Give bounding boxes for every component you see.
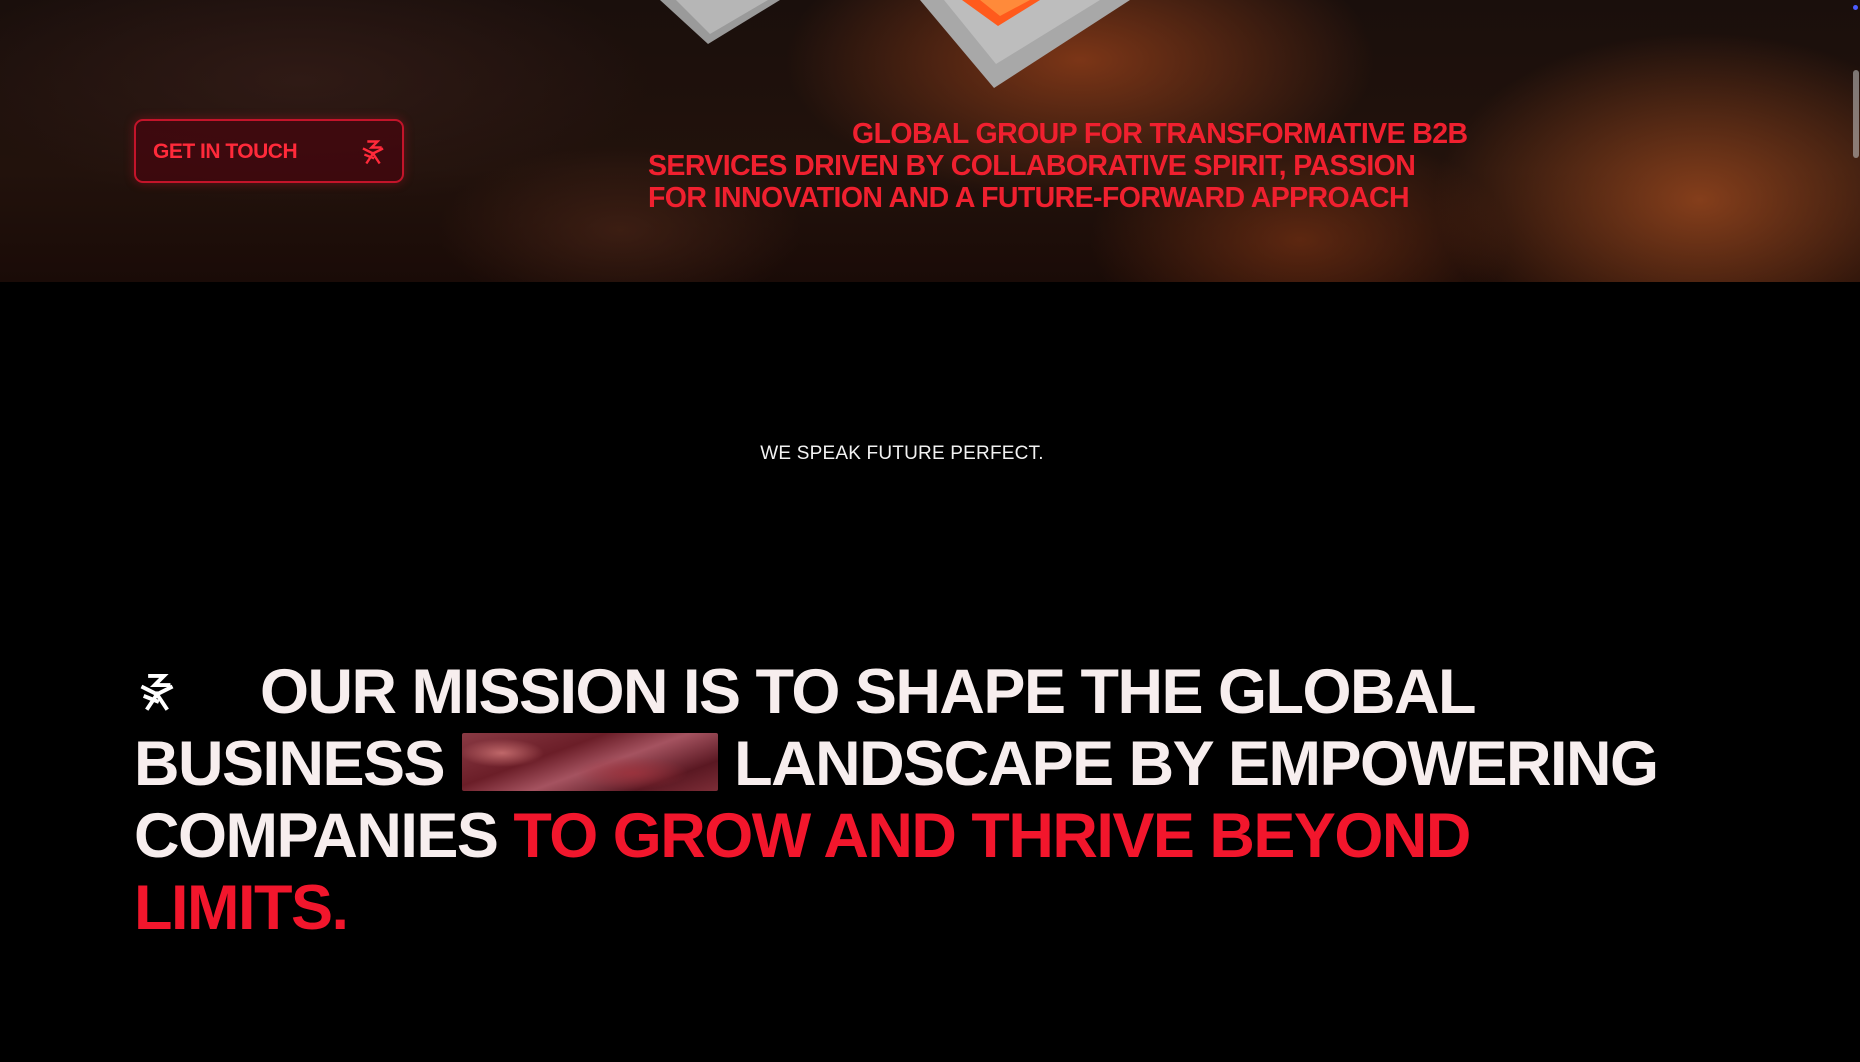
mission-inline-image: [462, 733, 719, 791]
get-in-touch-label: GET IN TOUCH: [153, 140, 298, 163]
asterisk-logo-icon: [140, 673, 174, 711]
slogan-text: WE SPEAK FUTURE PERFECT.: [760, 443, 1044, 464]
mission-statement: OUR MISSION IS TO SHAPE THE GLOBAL BUSIN…: [134, 656, 1694, 944]
scrollbar-thumb[interactable]: [1853, 70, 1859, 158]
page: GET IN TOUCH GLOBAL GROUP FOR TRANSFORMA…: [0, 0, 1860, 1062]
page-scrollbar[interactable]: [1850, 0, 1860, 1062]
hero-section: GET IN TOUCH GLOBAL GROUP FOR TRANSFORMA…: [0, 0, 1860, 282]
asterisk-logo-icon: [362, 140, 384, 165]
hero-tagline: GLOBAL GROUP FOR TRANSFORMATIVE B2B SERV…: [648, 118, 1468, 214]
get-in-touch-button[interactable]: GET IN TOUCH: [134, 119, 404, 183]
status-dot: [1853, 5, 1858, 10]
